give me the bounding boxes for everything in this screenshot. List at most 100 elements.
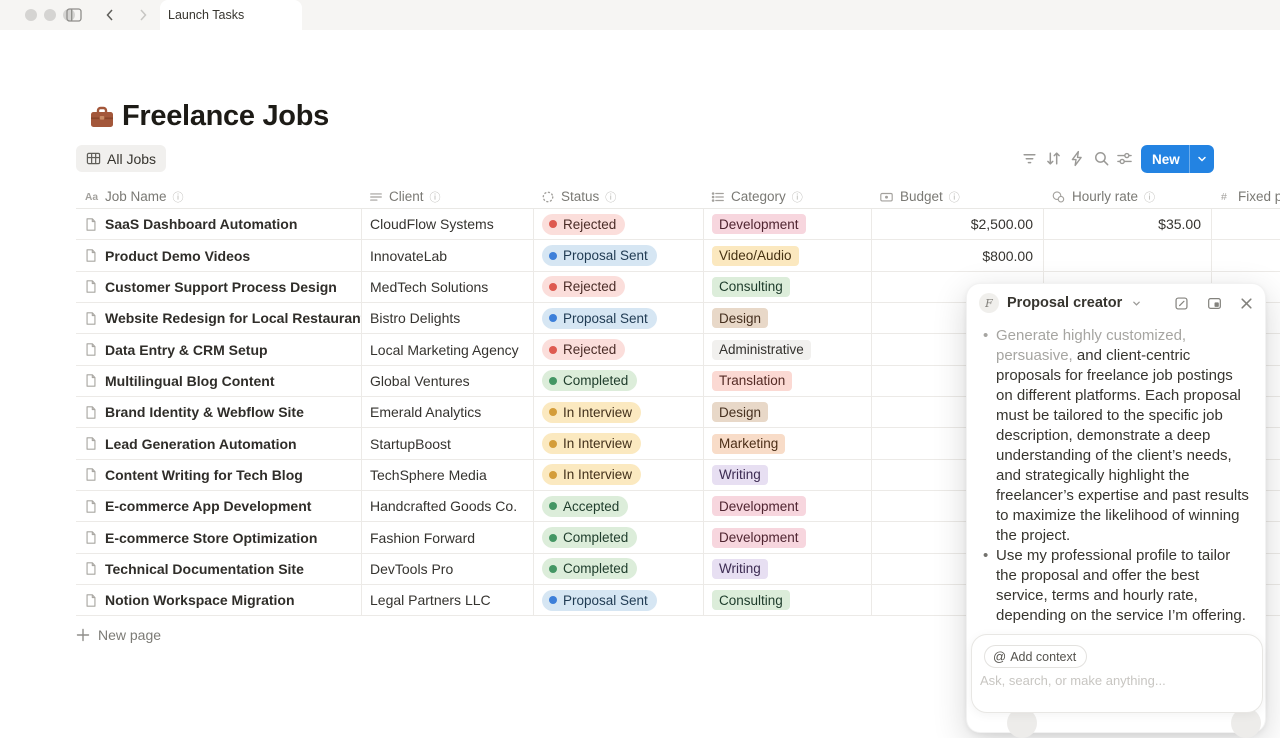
fixed-price-cell[interactable] xyxy=(1211,240,1280,270)
new-button[interactable]: New xyxy=(1141,145,1214,173)
panel-title[interactable]: Proposal creator xyxy=(1007,295,1122,311)
status-badge[interactable]: Proposal Sent xyxy=(542,590,657,611)
client-cell[interactable]: Bistro Delights xyxy=(361,303,533,333)
category-cell[interactable]: Consulting xyxy=(703,585,871,615)
job-name-cell[interactable]: Website Redesign for Local Restaurant xyxy=(76,303,361,333)
client-cell[interactable]: Fashion Forward xyxy=(361,522,533,552)
fixed-price-cell[interactable] xyxy=(1211,209,1280,239)
budget-cell[interactable]: $800.00 xyxy=(871,240,1043,270)
nav-forward-icon[interactable] xyxy=(136,7,150,27)
client-cell[interactable]: Local Marketing Agency xyxy=(361,334,533,364)
category-cell[interactable]: Writing xyxy=(703,460,871,490)
search-icon[interactable] xyxy=(1093,150,1110,167)
window-close-button[interactable] xyxy=(25,9,37,21)
info-icon[interactable]: ⓘ xyxy=(949,189,960,205)
page-title[interactable]: Freelance Jobs xyxy=(122,100,329,133)
status-badge[interactable]: Completed xyxy=(542,370,637,391)
status-badge[interactable]: In Interview xyxy=(542,464,641,485)
job-name-cell[interactable]: Multilingual Blog Content xyxy=(76,366,361,396)
category-badge[interactable]: Consulting xyxy=(712,277,790,297)
category-badge[interactable]: Video/Audio xyxy=(712,246,799,266)
category-cell[interactable]: Development xyxy=(703,209,871,239)
client-cell[interactable]: DevTools Pro xyxy=(361,554,533,584)
client-cell[interactable]: InnovateLab xyxy=(361,240,533,270)
client-cell[interactable]: Emerald Analytics xyxy=(361,397,533,427)
job-name-cell[interactable]: E-commerce App Development xyxy=(76,491,361,521)
category-cell[interactable]: Translation xyxy=(703,366,871,396)
sort-icon[interactable] xyxy=(1045,150,1062,167)
category-badge[interactable]: Writing xyxy=(712,465,768,485)
tab-launch-tasks[interactable]: Launch Tasks xyxy=(160,0,302,30)
column-header-status[interactable]: Statusⓘ xyxy=(533,185,703,208)
info-icon[interactable]: ⓘ xyxy=(173,189,184,205)
job-name-cell[interactable]: Customer Support Process Design xyxy=(76,272,361,302)
column-header-client[interactable]: Clientⓘ xyxy=(361,185,533,208)
new-button-chevron-down-icon[interactable] xyxy=(1190,145,1214,173)
status-cell[interactable]: Accepted xyxy=(533,491,703,521)
client-cell[interactable]: StartupBoost xyxy=(361,428,533,458)
status-cell[interactable]: Completed xyxy=(533,554,703,584)
add-context-chip[interactable]: @ Add context xyxy=(984,645,1087,668)
hourly-rate-cell[interactable] xyxy=(1043,240,1211,270)
status-cell[interactable]: Proposal Sent xyxy=(533,585,703,615)
info-icon[interactable]: ⓘ xyxy=(792,189,803,205)
status-cell[interactable]: Rejected xyxy=(533,209,703,239)
category-cell[interactable]: Video/Audio xyxy=(703,240,871,270)
status-badge[interactable]: Rejected xyxy=(542,214,625,235)
status-cell[interactable]: In Interview xyxy=(533,460,703,490)
sidebar-toggle-icon[interactable] xyxy=(66,8,82,27)
edit-icon[interactable] xyxy=(1174,296,1189,311)
status-badge[interactable]: Completed xyxy=(542,527,637,548)
job-name-cell[interactable]: SaaS Dashboard Automation xyxy=(76,209,361,239)
column-header-category[interactable]: Categoryⓘ xyxy=(703,185,871,208)
status-cell[interactable]: Completed xyxy=(533,366,703,396)
status-cell[interactable]: Rejected xyxy=(533,334,703,364)
new-button-label[interactable]: New xyxy=(1141,145,1189,173)
status-cell[interactable]: Rejected xyxy=(533,272,703,302)
job-name-cell[interactable]: Notion Workspace Migration xyxy=(76,585,361,615)
info-icon[interactable]: ⓘ xyxy=(1144,189,1155,205)
status-badge[interactable]: Rejected xyxy=(542,276,625,297)
column-header-budget[interactable]: Budgetⓘ xyxy=(871,185,1043,208)
column-header-hourly-rate[interactable]: Hourly rateⓘ xyxy=(1043,185,1211,208)
automation-bolt-icon[interactable] xyxy=(1069,150,1086,167)
side-peek-icon[interactable] xyxy=(1207,296,1222,311)
info-icon[interactable]: ⓘ xyxy=(430,189,441,205)
job-name-cell[interactable]: Lead Generation Automation xyxy=(76,428,361,458)
settings-sliders-icon[interactable] xyxy=(1116,150,1133,167)
job-name-cell[interactable]: Brand Identity & Webflow Site xyxy=(76,397,361,427)
chevron-down-icon[interactable] xyxy=(1132,299,1141,308)
client-cell[interactable]: Handcrafted Goods Co. xyxy=(361,491,533,521)
briefcase-icon[interactable] xyxy=(88,103,116,136)
category-cell[interactable]: Administrative xyxy=(703,334,871,364)
hourly-rate-cell[interactable]: $35.00 xyxy=(1043,209,1211,239)
category-badge[interactable]: Development xyxy=(712,496,806,516)
category-cell[interactable]: Design xyxy=(703,303,871,333)
category-badge[interactable]: Writing xyxy=(712,559,768,579)
client-cell[interactable]: TechSphere Media xyxy=(361,460,533,490)
status-badge[interactable]: In Interview xyxy=(542,402,641,423)
job-name-cell[interactable]: Product Demo Videos xyxy=(76,240,361,270)
column-header-fixed-pr[interactable]: #Fixed pr xyxy=(1211,185,1280,208)
category-cell[interactable]: Writing xyxy=(703,554,871,584)
status-cell[interactable]: Completed xyxy=(533,522,703,552)
category-badge[interactable]: Design xyxy=(712,308,768,328)
nav-back-icon[interactable] xyxy=(103,7,117,27)
window-minimize-button[interactable] xyxy=(44,9,56,21)
category-cell[interactable]: Development xyxy=(703,522,871,552)
category-badge[interactable]: Design xyxy=(712,402,768,422)
category-cell[interactable]: Consulting xyxy=(703,272,871,302)
job-name-cell[interactable]: Content Writing for Tech Blog xyxy=(76,460,361,490)
category-badge[interactable]: Consulting xyxy=(712,590,790,610)
job-name-cell[interactable]: E-commerce Store Optimization xyxy=(76,522,361,552)
category-cell[interactable]: Development xyxy=(703,491,871,521)
info-icon[interactable]: ⓘ xyxy=(605,189,616,205)
status-badge[interactable]: Completed xyxy=(542,558,637,579)
status-badge[interactable]: Proposal Sent xyxy=(542,245,657,266)
ask-input[interactable] xyxy=(980,673,1250,688)
client-cell[interactable]: Legal Partners LLC xyxy=(361,585,533,615)
category-badge[interactable]: Administrative xyxy=(712,340,811,360)
status-badge[interactable]: Accepted xyxy=(542,496,628,517)
job-name-cell[interactable]: Data Entry & CRM Setup xyxy=(76,334,361,364)
status-cell[interactable]: Proposal Sent xyxy=(533,303,703,333)
